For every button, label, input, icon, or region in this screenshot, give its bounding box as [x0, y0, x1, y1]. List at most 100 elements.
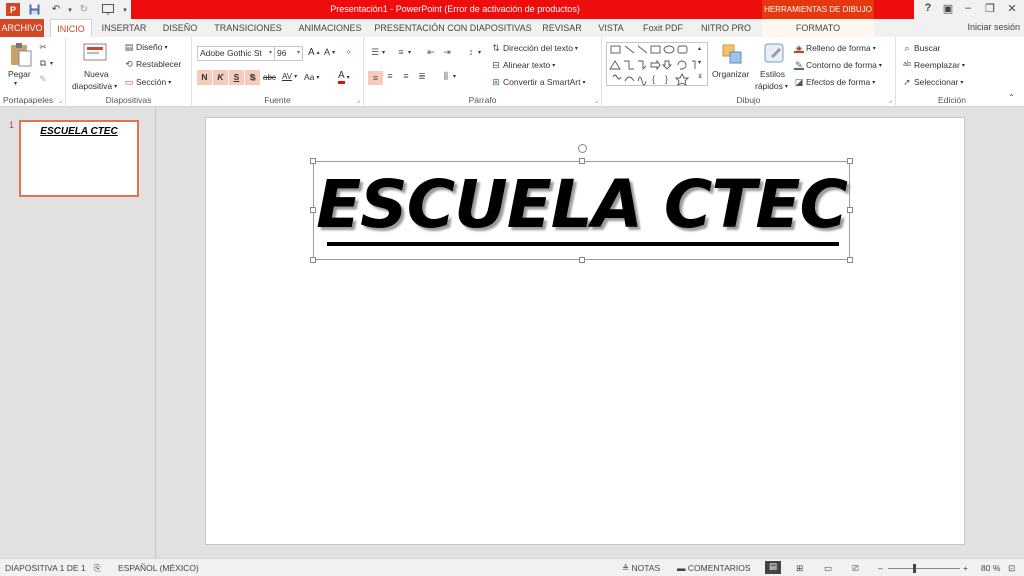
align-left-button[interactable]: ≡ [368, 71, 383, 85]
help-button[interactable]: ? [918, 2, 938, 17]
font-launcher-icon[interactable]: ⌟ [357, 96, 360, 104]
customize-qat-icon[interactable]: ▾ [118, 3, 132, 16]
arrange-icon[interactable] [721, 43, 747, 69]
quick-styles-button[interactable]: rápidos ▾ [755, 81, 788, 91]
shape-effects-button[interactable]: ◪ Efectos de forma ▾ [794, 77, 876, 87]
normal-view-icon[interactable]: ▤ [765, 561, 781, 574]
zoom-slider[interactable] [888, 568, 960, 569]
font-color-button[interactable]: A ▾ [338, 71, 350, 84]
tab-slideshow[interactable]: PRESENTACIÓN CON DIAPOSITIVAS [374, 19, 532, 37]
change-case-button[interactable]: Aa ▾ [304, 72, 319, 82]
arrange-button[interactable]: Organizar [712, 69, 749, 79]
find-button[interactable]: ⌕ Buscar [902, 43, 940, 53]
language-indicator[interactable]: ESPAÑOL (MÉXICO) [118, 563, 199, 573]
slideshow-icon[interactable]: ⎚ [852, 563, 859, 574]
resize-handle-bottom[interactable] [579, 257, 585, 263]
bullets-button[interactable]: ☰ ▾ [370, 47, 385, 57]
copy-icon[interactable]: ⧉ ▾ [38, 58, 53, 68]
align-text-button[interactable]: ⊟ Alinear texto ▾ [491, 60, 555, 70]
cut-icon[interactable]: ✂ [38, 42, 48, 52]
tab-foxit-pdf[interactable]: Foxit PDF [636, 19, 690, 37]
tab-nitro-pro[interactable]: NITRO PRO [696, 19, 756, 37]
section-button[interactable]: ▭ Sección ▾ [124, 77, 172, 87]
shapes-scroll-down-icon[interactable]: ▾ [698, 59, 701, 66]
tab-transitions[interactable]: TRANSICIONES [210, 19, 286, 37]
restore-button[interactable]: ❐ [980, 2, 1000, 17]
align-right-button[interactable]: ≡ [401, 71, 411, 81]
character-spacing-button[interactable]: AV ▾ [282, 72, 297, 81]
title-textbox[interactable]: ESCUELA CTEC [310, 144, 853, 263]
font-size-combo[interactable]: 96 ▾ [274, 46, 303, 61]
paste-button[interactable]: Pegar [8, 69, 31, 79]
increase-indent-icon[interactable]: ⇥ [442, 47, 452, 57]
quick-styles-label-1[interactable]: Estilos [760, 69, 785, 79]
paste-dropdown-icon[interactable]: ▾ [14, 80, 17, 87]
collapse-ribbon-icon[interactable]: ⌃ [1008, 93, 1015, 102]
shapes-scroll-up-icon[interactable]: ▴ [698, 45, 701, 52]
font-name-combo[interactable]: Adobe Gothic St ▾ [197, 46, 275, 61]
fit-slide-icon[interactable]: ⊡ [1008, 563, 1015, 574]
drawing-launcher-icon[interactable]: ⌟ [889, 96, 892, 104]
tab-view[interactable]: VISTA [592, 19, 630, 37]
select-button[interactable]: ➚ Seleccionar ▾ [902, 77, 963, 87]
text-direction-button[interactable]: ⇅ Dirección del texto ▾ [491, 43, 578, 53]
resize-handle-bottom-left[interactable] [310, 257, 316, 263]
shape-fill-button[interactable]: ◈ Relleno de forma ▾ [794, 43, 876, 53]
decrease-indent-icon[interactable]: ⇤ [426, 47, 436, 57]
reading-view-icon[interactable]: ▭ [824, 563, 832, 574]
redo-icon[interactable]: ↻ [77, 3, 91, 16]
text-shadow-button[interactable]: S [245, 70, 260, 85]
new-slide-label-1[interactable]: Nueva [84, 69, 109, 79]
bold-button[interactable]: N [197, 70, 212, 85]
paragraph-launcher-icon[interactable]: ⌟ [595, 96, 598, 104]
zoom-out-icon[interactable]: – [878, 563, 883, 573]
reset-button[interactable]: ⟲ Restablecer [124, 59, 181, 69]
quick-styles-icon[interactable] [763, 42, 789, 68]
tab-design[interactable]: DISEÑO [157, 19, 203, 37]
tab-review[interactable]: REVISAR [538, 19, 586, 37]
slide-sorter-icon[interactable]: ⊞ [796, 563, 803, 574]
shape-outline-button[interactable]: ✎ Contorno de forma ▾ [794, 60, 882, 70]
paste-icon[interactable] [8, 41, 34, 67]
tab-home[interactable]: INICIO [50, 19, 92, 37]
comments-button[interactable]: ▬ COMENTARIOS [677, 563, 751, 573]
align-center-button[interactable]: ≡ [385, 71, 395, 81]
minimize-button[interactable]: – [958, 2, 978, 17]
slide-thumbnail[interactable]: ESCUELA CTEC [19, 120, 139, 197]
powerpoint-icon[interactable]: P [6, 3, 20, 16]
numbering-button[interactable]: ≡ ▾ [396, 47, 411, 57]
slide-title-text[interactable]: ESCUELA CTEC [314, 166, 849, 243]
columns-button[interactable]: ⫼ ▾ [441, 71, 456, 81]
rotate-handle[interactable] [578, 144, 587, 153]
shapes-gallery[interactable]: { } [606, 42, 708, 86]
ribbon-display-options-button[interactable]: ▣ [938, 2, 958, 17]
italic-button[interactable]: K [213, 70, 228, 85]
line-spacing-button[interactable]: ↕ ▾ [466, 47, 481, 57]
zoom-level[interactable]: 80 % [981, 563, 1000, 573]
undo-dropdown-icon[interactable]: ▾ [63, 3, 77, 16]
replace-button[interactable]: ab Reemplazar ▾ [902, 60, 965, 70]
undo-icon[interactable]: ↶ [49, 3, 63, 16]
shapes-more-icon[interactable]: ⊻ [698, 73, 702, 80]
start-from-beginning-icon[interactable] [101, 3, 115, 16]
zoom-slider-thumb[interactable] [913, 564, 916, 573]
format-painter-icon[interactable]: ✎ [38, 74, 48, 84]
clipboard-launcher-icon[interactable]: ⌟ [59, 96, 62, 104]
sign-in-link[interactable]: Iniciar sesión [967, 22, 1020, 32]
layout-button[interactable]: ▤ Diseño ▾ [124, 42, 168, 52]
zoom-in-icon[interactable]: + [963, 563, 968, 573]
close-button[interactable]: ✕ [1002, 2, 1022, 17]
shrink-font-icon[interactable]: A ▾ [324, 47, 335, 57]
new-slide-icon[interactable] [82, 42, 108, 68]
tab-animations[interactable]: ANIMACIONES [292, 19, 368, 37]
slide[interactable]: ESCUELA CTEC [205, 117, 965, 545]
justify-button[interactable]: ≣ [417, 71, 427, 81]
save-icon[interactable] [27, 3, 41, 16]
tab-format[interactable]: FORMATO [762, 19, 874, 37]
resize-handle-bottom-right[interactable] [847, 257, 853, 263]
notes-button[interactable]: ≜ NOTAS [622, 563, 660, 574]
underline-button[interactable]: S [229, 70, 244, 85]
tab-insert[interactable]: INSERTAR [98, 19, 150, 37]
resize-handle-top-left[interactable] [310, 158, 316, 164]
grow-font-icon[interactable]: A ▴ [308, 47, 320, 58]
